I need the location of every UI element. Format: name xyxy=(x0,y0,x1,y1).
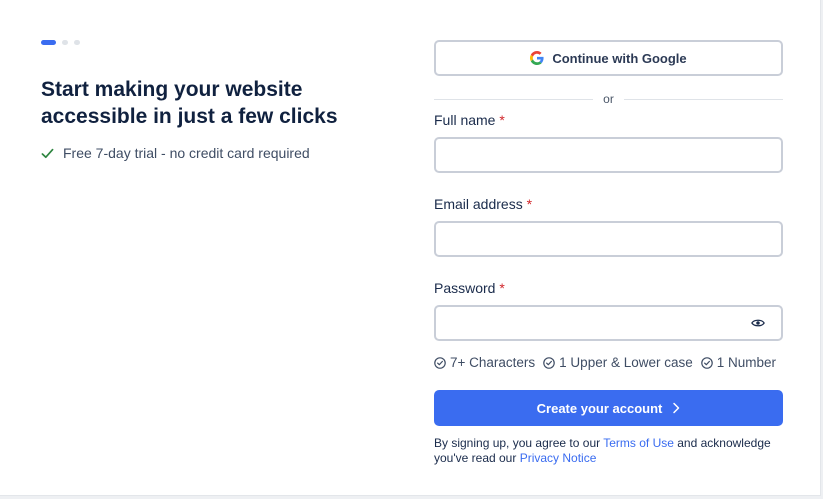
password-rule-text: 1 Upper & Lower case xyxy=(559,355,693,370)
full-name-field[interactable] xyxy=(436,139,781,171)
signup-card: Start making your website accessible in … xyxy=(0,0,821,496)
required-marker: * xyxy=(499,280,505,296)
divider-line xyxy=(623,98,784,100)
check-icon xyxy=(41,148,54,158)
legal-prefix: By signing up, you agree to our xyxy=(434,436,604,450)
required-marker: * xyxy=(526,196,533,212)
full-name-label-text: Full name xyxy=(434,112,496,128)
password-field[interactable] xyxy=(436,307,781,339)
progress-stepper xyxy=(41,40,80,45)
create-account-label: Create your account xyxy=(536,400,663,416)
or-divider: or xyxy=(434,90,784,108)
email-field[interactable] xyxy=(436,223,781,255)
email-field-wrapper xyxy=(434,221,783,257)
divider-text: or xyxy=(603,92,614,106)
google-icon xyxy=(530,51,544,65)
check-circle-icon xyxy=(700,356,713,369)
password-rule: 1 Upper & Lower case xyxy=(543,355,693,370)
trial-perk: Free 7-day trial - no credit card requir… xyxy=(41,145,310,161)
step-indicator-active xyxy=(41,40,56,45)
check-circle-icon xyxy=(434,356,446,369)
divider-line xyxy=(434,98,594,100)
trial-perk-text: Free 7-day trial - no credit card requir… xyxy=(63,145,310,161)
google-button-label: Continue with Google xyxy=(552,50,687,66)
check-circle-icon xyxy=(543,356,555,369)
password-rule: 7+ Characters xyxy=(434,355,535,370)
full-name-field-wrapper xyxy=(434,137,783,173)
privacy-notice-link[interactable]: Privacy Notice xyxy=(520,451,597,465)
password-rule: 1 Number xyxy=(700,355,777,370)
password-field-wrapper xyxy=(434,305,783,341)
required-marker: * xyxy=(499,112,505,128)
legal-notice: By signing up, you agree to our Terms of… xyxy=(434,436,783,466)
terms-of-use-link[interactable]: Terms of Use xyxy=(603,436,674,450)
email-label: Email address * xyxy=(434,196,783,212)
step-indicator xyxy=(74,40,80,45)
full-name-label: Full name * xyxy=(434,112,783,128)
page-title: Start making your website accessible in … xyxy=(41,78,338,128)
eye-icon[interactable] xyxy=(751,317,765,329)
password-rule-text: 7+ Characters xyxy=(450,355,536,370)
password-label: Password * xyxy=(434,280,783,296)
password-rules: 7+ Characters 1 Upper & Lower case 1 Num… xyxy=(434,355,783,370)
password-rule-text: 1 Number xyxy=(716,355,777,370)
continue-with-google-button[interactable]: Continue with Google xyxy=(434,40,783,76)
password-label-text: Password xyxy=(434,280,496,296)
email-label-text: Email address xyxy=(434,196,523,212)
chevron-right-icon xyxy=(673,402,680,414)
create-account-button[interactable]: Create your account xyxy=(434,390,783,426)
step-indicator xyxy=(62,40,68,45)
signup-form: Continue with Google or Full name * Emai… xyxy=(434,40,784,466)
